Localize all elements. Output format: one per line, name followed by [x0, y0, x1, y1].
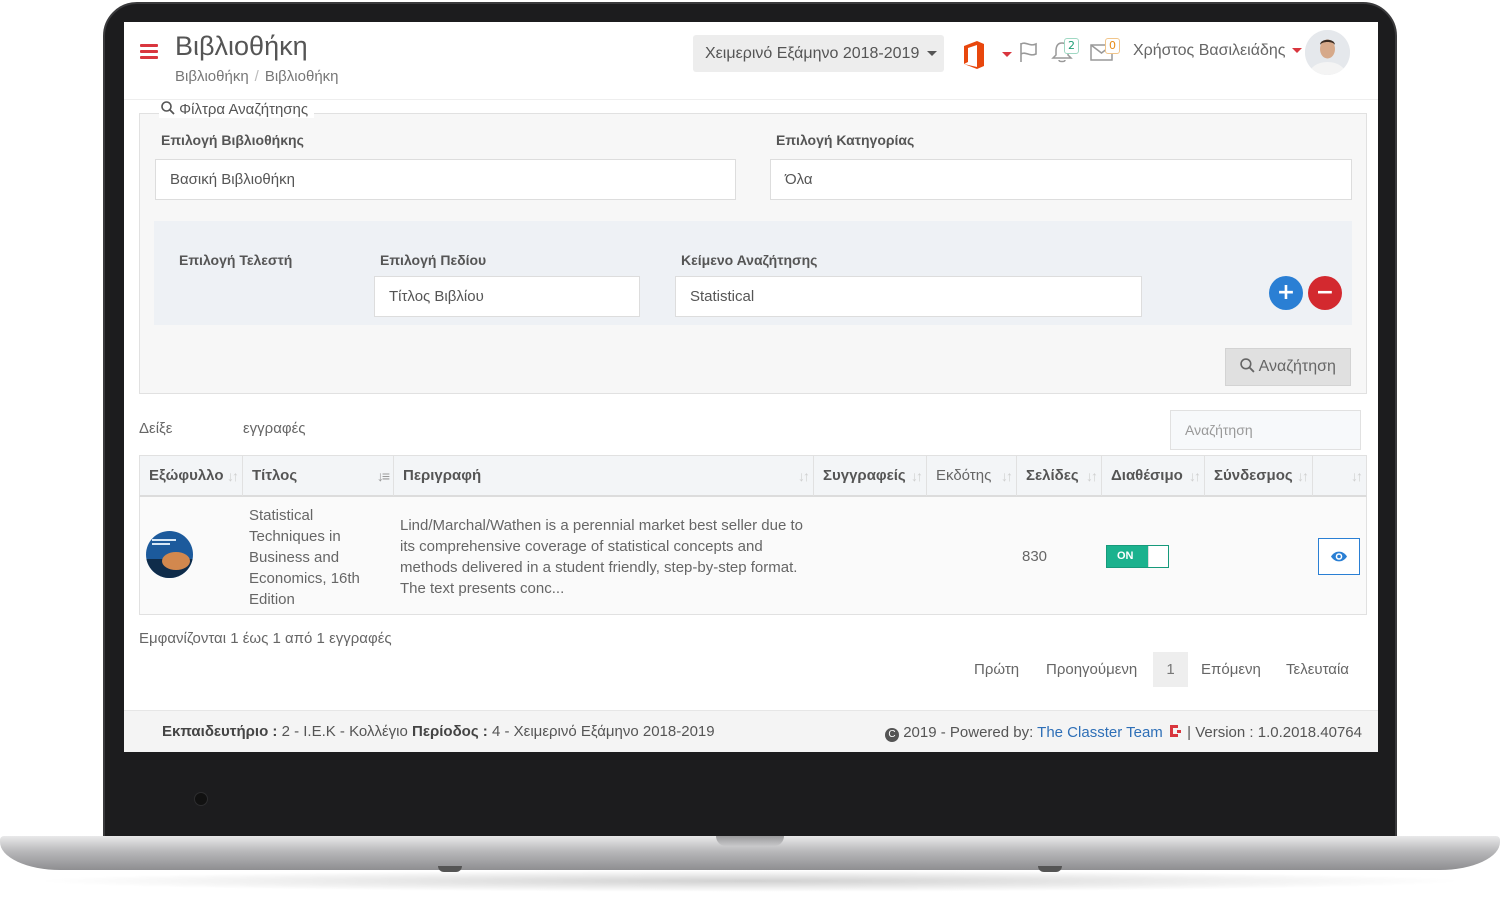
footer-credits: C 2019 - Powered by: The Classter Team |… — [885, 723, 1362, 742]
footer-period-value: 4 - Χειμερινό Εξάμηνο 2018-2019 — [491, 723, 715, 740]
breadcrumb-item[interactable]: Βιβλιοθήκη — [175, 68, 249, 85]
sort-asc-icon: ↓≡ — [376, 468, 390, 484]
entries-label: εγγραφές — [243, 420, 306, 437]
footer-period-label: Περίοδος : — [412, 723, 488, 740]
user-name: Χρήστος Βασιλειάδης — [1133, 42, 1286, 59]
chevron-down-icon — [1291, 48, 1302, 54]
sort-icon: ↓↑ — [798, 468, 810, 484]
sort-icon: ↓↑ — [1086, 468, 1098, 484]
column-header-actions[interactable]: ↓↑ — [1313, 456, 1366, 496]
filters-legend-text: Φίλτρα Αναζήτησης — [179, 101, 309, 118]
remove-condition-button[interactable]: − — [1308, 276, 1342, 310]
column-header-publisher[interactable]: Εκδότης ↓↑ — [927, 456, 1017, 496]
show-entries-label: Δείξε — [139, 420, 173, 437]
search-text-label: Κείμενο Αναζήτησης — [681, 252, 818, 268]
column-header-pages[interactable]: Σελίδες ↓↑ — [1017, 456, 1102, 496]
laptop-foot — [438, 866, 462, 872]
search-icon — [161, 101, 175, 115]
column-header-cover[interactable]: Εξώφυλλο ↓↑ — [140, 456, 243, 496]
laptop-shadow — [30, 870, 1470, 892]
semester-label: Χειμερινό Εξάμηνο 2018-2019 — [705, 45, 920, 62]
search-text-input[interactable]: Statistical — [675, 276, 1142, 317]
table-search-input[interactable]: Αναζήτηση — [1170, 410, 1361, 450]
chevron-down-icon — [927, 51, 938, 57]
column-header-authors[interactable]: Συγγραφείς ↓↑ — [814, 456, 927, 496]
eye-icon — [1331, 551, 1347, 562]
office-menu[interactable] — [961, 40, 1012, 70]
table-row: Statistical Techniques in Business and E… — [139, 497, 1367, 615]
avatar[interactable] — [1305, 30, 1350, 75]
search-icon — [1240, 358, 1255, 373]
library-label: Επιλογή Βιβλιοθήκης — [161, 132, 304, 148]
footer-center-label: Εκπαιδευτήριο : — [162, 723, 278, 740]
pagination-page-1[interactable]: 1 — [1153, 652, 1188, 687]
search-button[interactable]: Αναζήτηση — [1225, 348, 1351, 386]
user-menu[interactable]: Χρήστος Βασιλειάδης — [1133, 42, 1302, 60]
book-title: Statistical Techniques in Business and E… — [249, 507, 360, 608]
office-icon — [964, 41, 984, 69]
toggle-label: ON — [1117, 550, 1134, 562]
add-condition-button[interactable]: + — [1269, 276, 1303, 310]
filters-legend: Φίλτρα Αναζήτησης — [159, 101, 315, 118]
pagination-first[interactable]: Πρώτη — [974, 652, 1019, 687]
sort-icon: ↓↑ — [1189, 468, 1201, 484]
laptop-notch — [716, 836, 784, 846]
footer-copyright: 2019 - Powered by: — [903, 724, 1034, 741]
column-header-link[interactable]: Σύνδεσμος ↓↑ — [1205, 456, 1313, 496]
notifications-badge: 2 — [1064, 38, 1079, 54]
column-header-available[interactable]: Διαθέσιμο ↓↑ — [1102, 456, 1205, 496]
availability-toggle[interactable]: ON — [1106, 545, 1169, 568]
app-screen: Βιβλιοθήκη Βιβλιοθήκη / Βιβλιοθήκη Χειμερι… — [124, 22, 1378, 752]
table-info: Εμφανίζονται 1 έως 1 από 1 εγγραφές — [139, 630, 392, 647]
footer-version: | Version : 1.0.2018.40764 — [1187, 724, 1362, 741]
chevron-down-icon — [1002, 52, 1012, 57]
pagination-next[interactable]: Επόμενη — [1201, 652, 1261, 687]
page-title: Βιβλιοθήκη — [175, 31, 308, 61]
field-label: Επιλογή Πεδίου — [380, 252, 487, 268]
category-label: Επιλογή Κατηγορίας — [776, 132, 915, 148]
library-select[interactable]: Βασική Βιβλιοθήκη — [155, 159, 736, 200]
top-bar: Βιβλιοθήκη Βιβλιοθήκη / Βιβλιοθήκη Χειμερι… — [124, 22, 1378, 100]
table-header: Εξώφυλλο ↓↑ Τίτλος ↓≡ Περιγραφή ↓↑ Συγγραφε… — [139, 455, 1367, 497]
pagination-previous[interactable]: Προηγούμενη — [1046, 652, 1137, 687]
book-cover-image — [146, 531, 193, 578]
search-button-label: Αναζήτηση — [1258, 358, 1336, 375]
column-header-title[interactable]: Τίτλος ↓≡ — [243, 456, 394, 496]
category-select[interactable]: Όλα — [770, 159, 1352, 200]
field-select[interactable]: Τίτλος Βιβλίου — [374, 276, 640, 317]
footer: Εκπαιδευτήριο : 2 - Ι.Ε.Κ - Κολλέγιο Περ… — [124, 710, 1378, 752]
operator-label: Επιλογή Τελεστή — [179, 252, 293, 268]
laptop-camera — [194, 792, 208, 806]
laptop-foot — [1038, 866, 1062, 872]
footer-context: Εκπαιδευτήριο : 2 - Ι.Ε.Κ - Κολλέγιο Περ… — [162, 723, 715, 740]
sort-icon: ↓↑ — [1001, 468, 1013, 484]
classter-logo-icon — [1169, 725, 1181, 737]
flag-icon[interactable] — [1017, 40, 1041, 64]
book-description: Lind/Marchal/Wathen is a perennial marke… — [400, 517, 803, 597]
sort-icon: ↓↑ — [911, 468, 923, 484]
messages-button[interactable]: 0 — [1090, 38, 1120, 66]
footer-team-link[interactable]: The Classter Team — [1037, 724, 1163, 741]
footer-center-value: 2 - Ι.Ε.Κ - Κολλέγιο — [281, 723, 408, 740]
view-book-button[interactable] — [1318, 538, 1360, 575]
menu-icon[interactable] — [140, 44, 158, 60]
sort-icon: ↓↑ — [1351, 468, 1363, 484]
sort-icon: ↓↑ — [227, 468, 239, 484]
notifications-button[interactable]: 2 — [1051, 38, 1079, 68]
breadcrumb-item: Βιβλιοθήκη — [264, 68, 339, 85]
breadcrumb: Βιβλιοθήκη / Βιβλιοθήκη — [175, 68, 339, 85]
book-pages: 830 — [1022, 548, 1048, 565]
pagination-last[interactable]: Τελευταία — [1286, 652, 1349, 687]
column-header-description[interactable]: Περιγραφή ↓↑ — [394, 456, 814, 496]
toggle-knob — [1148, 546, 1168, 567]
copyright-icon: C — [885, 728, 900, 742]
semester-dropdown[interactable]: Χειμερινό Εξάμηνο 2018-2019 — [693, 35, 944, 72]
messages-badge: 0 — [1105, 38, 1120, 54]
sort-icon: ↓↑ — [1297, 468, 1309, 484]
